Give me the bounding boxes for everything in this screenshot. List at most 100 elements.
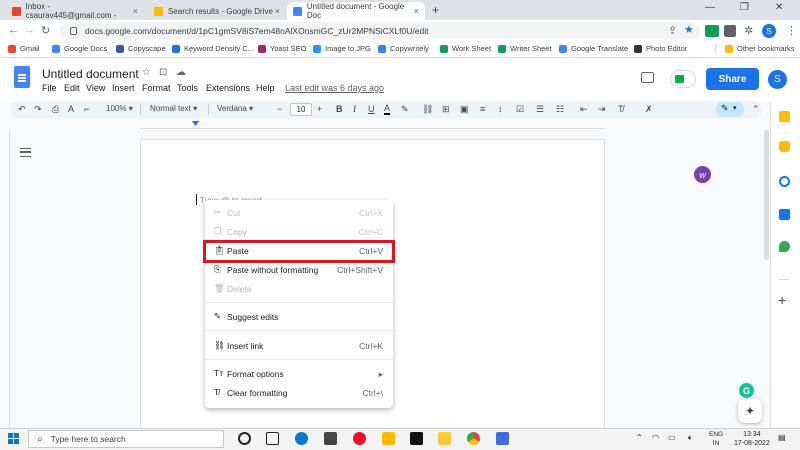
collapse-menus-icon[interactable]: ⌃ bbox=[752, 104, 760, 115]
forward-icon[interactable]: → bbox=[24, 24, 35, 36]
edge-icon[interactable] bbox=[295, 432, 308, 445]
explore-icon[interactable]: ✦ bbox=[738, 399, 762, 423]
image-icon[interactable]: ▣ bbox=[460, 104, 469, 115]
highlight-icon[interactable]: ✎ bbox=[401, 104, 409, 115]
notifications-icon[interactable]: ▤ bbox=[778, 433, 786, 442]
chrome-icon[interactable] bbox=[467, 432, 480, 445]
zoom-select[interactable]: 100% ▾ bbox=[106, 104, 133, 113]
taskbar-search[interactable]: ⌕ Type here to search bbox=[28, 430, 224, 448]
menu-edit[interactable]: Edit bbox=[64, 83, 80, 93]
context-item-clear-formatting[interactable]: T̸ Clear formatting Ctrl+\ bbox=[205, 383, 393, 402]
tab-gmail[interactable]: Inbox - csaurav445@gmail.com - × bbox=[6, 2, 144, 20]
reload-icon[interactable]: ↻ bbox=[41, 24, 50, 37]
spellcheck-icon[interactable]: A bbox=[68, 104, 74, 114]
underline-icon[interactable]: U bbox=[368, 104, 375, 114]
bookmark-photo-editor[interactable]: Photo Editor bbox=[634, 44, 687, 53]
contacts-icon[interactable] bbox=[779, 209, 790, 220]
tasks-icon[interactable] bbox=[779, 176, 790, 187]
share-page-icon[interactable]: ⇪ bbox=[668, 24, 677, 37]
other-bookmarks[interactable]: Other bookmarks bbox=[715, 44, 795, 53]
menu-format[interactable]: Format bbox=[142, 83, 171, 93]
print-icon[interactable]: ⎙ bbox=[52, 104, 59, 115]
line-spacing-icon[interactable]: ↕ bbox=[498, 104, 503, 114]
share-button[interactable]: Share bbox=[706, 68, 759, 90]
avatar[interactable]: S bbox=[768, 70, 787, 89]
keep-icon[interactable] bbox=[779, 111, 790, 122]
increase-indent-icon[interactable]: ⇥ bbox=[598, 104, 606, 115]
bookmark-google-translate[interactable]: Google Translate bbox=[559, 44, 628, 53]
last-edit-link[interactable]: Last edit was 6 days ago bbox=[285, 83, 384, 93]
numbered-list-icon[interactable]: ☷ bbox=[556, 104, 564, 115]
close-icon[interactable]: × bbox=[414, 6, 419, 16]
horizontal-ruler[interactable] bbox=[140, 120, 605, 128]
clear-format-icon[interactable]: ✗ bbox=[645, 104, 653, 115]
context-item-suggest-edits[interactable]: ✎ Suggest edits bbox=[205, 307, 393, 326]
menu-insert[interactable]: Insert bbox=[112, 83, 135, 93]
bulleted-list-icon[interactable]: ☰ bbox=[536, 104, 544, 115]
menu-file[interactable]: File bbox=[42, 83, 57, 93]
menu-dots-icon[interactable]: ⋮ bbox=[786, 24, 797, 37]
bookmark-writer-sheet[interactable]: Writer Sheet bbox=[498, 44, 552, 53]
context-item-copy[interactable]: ❐ Copy Ctrl+C bbox=[205, 222, 393, 241]
menu-view[interactable]: View bbox=[86, 83, 105, 93]
snip-icon[interactable] bbox=[382, 432, 395, 445]
menu-tools[interactable]: Tools bbox=[177, 83, 198, 93]
tab-docs[interactable]: Untitled document - Google Doc × bbox=[287, 2, 425, 20]
address-bar[interactable]: docs.google.com/document/d/1pC1gmSV8iS7e… bbox=[60, 22, 700, 39]
calculator-icon[interactable] bbox=[324, 432, 337, 445]
decrease-indent-icon[interactable]: ⇤ bbox=[580, 104, 588, 115]
keep-notes-icon[interactable] bbox=[779, 141, 790, 152]
maximize-icon[interactable]: ❐ bbox=[740, 2, 749, 13]
clock[interactable]: 13:34 17-08-2022 bbox=[734, 430, 770, 448]
comment-icon[interactable]: ⊞ bbox=[442, 104, 450, 115]
meet-icon[interactable] bbox=[670, 70, 696, 88]
bookmark-keyword-density[interactable]: Keyword Density C... bbox=[172, 44, 254, 53]
clear-formatting-toolbar-icon[interactable]: T̸ bbox=[618, 104, 624, 114]
grammarly-icon[interactable]: G bbox=[739, 383, 754, 398]
bookmark-gmail[interactable]: Gmail bbox=[8, 44, 40, 53]
redo-icon[interactable]: ↷ bbox=[34, 104, 42, 115]
context-item-format-options[interactable]: Tт Format options ▸ bbox=[205, 364, 393, 383]
bookmark-star-icon[interactable]: ★ bbox=[684, 23, 694, 36]
volume-icon[interactable]: 🔈︎ bbox=[688, 433, 693, 443]
tab-drive[interactable]: Search results - Google Drive × bbox=[148, 2, 286, 20]
context-item-insert-link[interactable]: ⛓ Insert link Ctrl+K bbox=[205, 336, 393, 355]
window-close-icon[interactable]: ✕ bbox=[775, 2, 783, 13]
app-icon[interactable] bbox=[496, 432, 509, 445]
cortana-icon[interactable] bbox=[238, 432, 251, 445]
cloud-status-icon[interactable]: ☁ bbox=[176, 67, 186, 78]
undo-icon[interactable]: ↶ bbox=[18, 104, 26, 115]
windows-start-icon[interactable] bbox=[8, 433, 20, 445]
bookmark-yoast[interactable]: Yoast SEO bbox=[258, 44, 306, 53]
link-icon[interactable]: ⛓ bbox=[422, 104, 433, 115]
document-outline-icon[interactable] bbox=[20, 148, 31, 157]
bookmark-copyscape[interactable]: Copyscape bbox=[116, 44, 166, 53]
editing-mode-button[interactable]: ✎ ▾ bbox=[716, 102, 744, 117]
move-folder-icon[interactable]: ⊡ bbox=[159, 67, 167, 78]
wifi-icon[interactable]: ◠ bbox=[652, 433, 659, 442]
menu-help[interactable]: Help bbox=[256, 83, 275, 93]
close-icon[interactable]: × bbox=[133, 6, 138, 16]
bold-icon[interactable]: B bbox=[336, 104, 343, 114]
add-addon-icon[interactable]: + bbox=[778, 292, 786, 308]
star-icon[interactable]: ☆ bbox=[142, 67, 151, 78]
file-explorer-icon[interactable] bbox=[438, 432, 451, 445]
bookmark-copywritely[interactable]: Copywritely bbox=[378, 44, 429, 53]
font-size-input[interactable]: 10 bbox=[290, 103, 312, 116]
checklist-icon[interactable]: ☑ bbox=[516, 104, 524, 115]
task-view-icon[interactable] bbox=[266, 432, 279, 445]
profile-avatar[interactable]: S bbox=[762, 24, 776, 38]
bookmark-image-to-jpg[interactable]: Image to JPG bbox=[313, 44, 371, 53]
new-tab-button[interactable]: + bbox=[432, 3, 439, 17]
paint-icon[interactable] bbox=[353, 432, 366, 445]
close-icon[interactable]: × bbox=[275, 6, 280, 16]
menu-extensions[interactable]: Extensions bbox=[206, 83, 250, 93]
italic-icon[interactable]: I bbox=[353, 104, 356, 114]
align-icon[interactable]: ≡ bbox=[480, 104, 485, 114]
extension-icon[interactable] bbox=[724, 25, 736, 37]
security-icon[interactable] bbox=[410, 432, 423, 445]
extension-icon[interactable] bbox=[705, 25, 719, 37]
paint-format-icon[interactable]: ⌐ bbox=[84, 104, 89, 114]
document-title[interactable]: Untitled document bbox=[42, 67, 139, 81]
language-indicator[interactable]: ENG IN bbox=[709, 430, 723, 448]
